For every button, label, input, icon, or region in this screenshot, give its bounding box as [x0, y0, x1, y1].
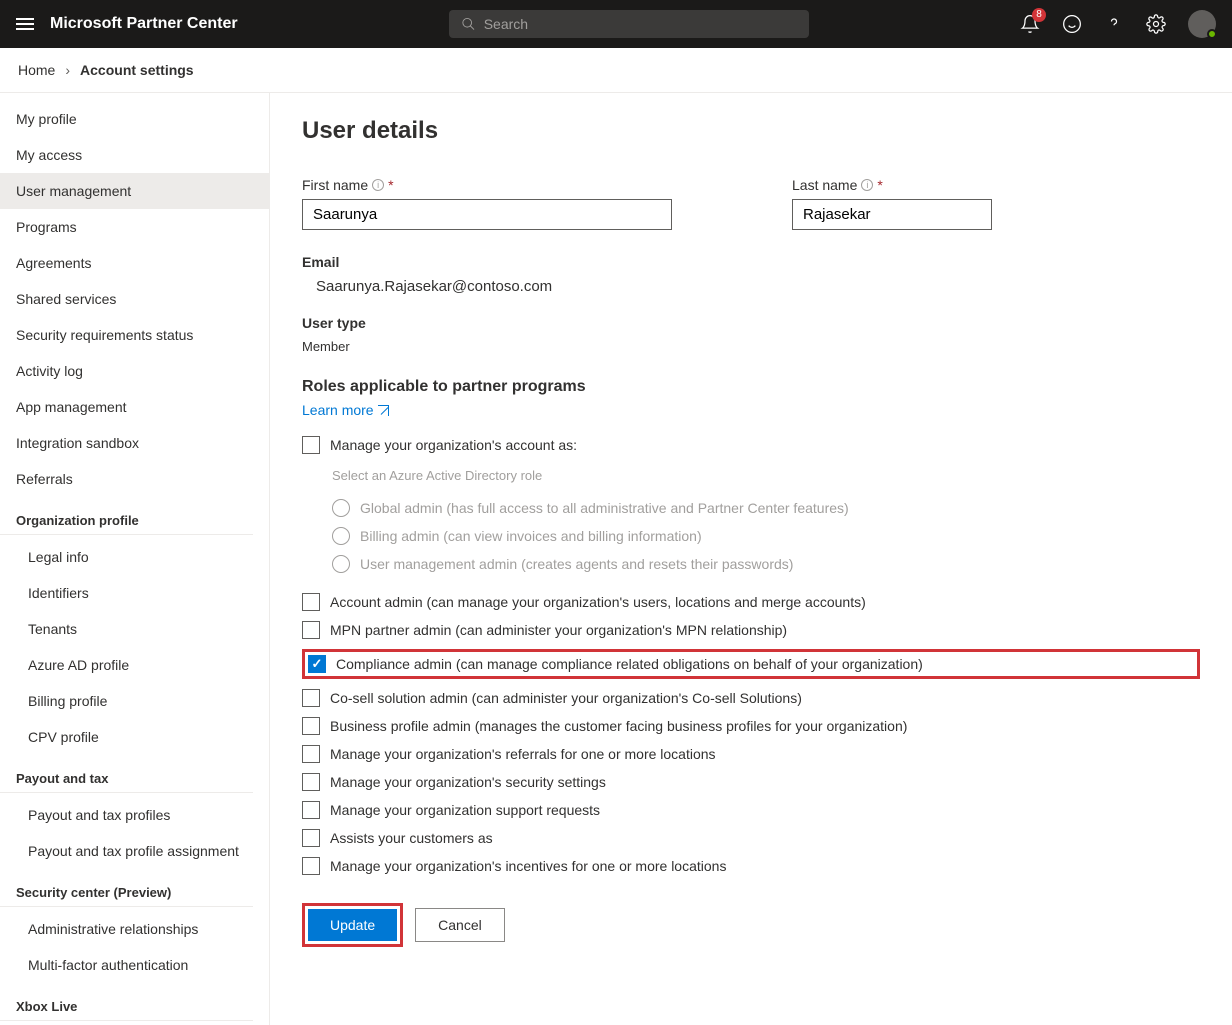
- sidebar: My profileMy accessUser managementProgra…: [0, 93, 270, 1025]
- sidebar-sub-item[interactable]: Payout and tax profile assignment: [0, 833, 269, 869]
- role-label: Manage your organization support request…: [330, 802, 600, 818]
- notifications-icon[interactable]: 8: [1020, 14, 1040, 34]
- sidebar-sub-item[interactable]: Administrative relationships: [0, 911, 269, 947]
- last-name-input[interactable]: [792, 199, 992, 230]
- ad-role-label: Global admin (has full access to all adm…: [360, 500, 849, 516]
- notification-badge: 8: [1032, 8, 1046, 22]
- email-value: Saarunya.Rajasekar@contoso.com: [316, 278, 1200, 295]
- sidebar-sub-item[interactable]: CPV profile: [0, 719, 269, 755]
- sidebar-item[interactable]: Programs: [0, 209, 269, 245]
- ad-role-radio[interactable]: [332, 555, 350, 573]
- breadcrumb-current: Account settings: [80, 62, 194, 78]
- update-button[interactable]: Update: [308, 909, 397, 941]
- info-icon[interactable]: i: [861, 179, 873, 191]
- sidebar-item[interactable]: Agreements: [0, 245, 269, 281]
- ad-role-label: Billing admin (can view invoices and bil…: [360, 528, 702, 544]
- cancel-button[interactable]: Cancel: [415, 908, 505, 942]
- help-icon[interactable]: [1104, 14, 1124, 34]
- role-label: Compliance admin (can manage compliance …: [336, 656, 923, 672]
- sidebar-group-header: Xbox Live: [0, 987, 253, 1021]
- role-label: Manage your organization's referrals for…: [330, 746, 716, 762]
- role-label: Co-sell solution admin (can administer y…: [330, 690, 802, 706]
- sidebar-item[interactable]: Activity log: [0, 353, 269, 389]
- email-label: Email: [302, 254, 1200, 270]
- page-title: User details: [302, 117, 1200, 145]
- sidebar-sub-item[interactable]: Identifiers: [0, 575, 269, 611]
- sidebar-item[interactable]: My access: [0, 137, 269, 173]
- ad-role-hint: Select an Azure Active Directory role: [332, 468, 1200, 483]
- role-checkbox[interactable]: [302, 621, 320, 639]
- first-name-input[interactable]: [302, 199, 672, 230]
- search-input[interactable]: [484, 16, 797, 32]
- manage-org-label: Manage your organization's account as:: [330, 437, 577, 453]
- breadcrumb-home[interactable]: Home: [18, 62, 55, 78]
- user-type-value: Member: [302, 339, 1200, 354]
- ad-role-radio[interactable]: [332, 499, 350, 517]
- roles-section-title: Roles applicable to partner programs: [302, 378, 1200, 396]
- user-type-label: User type: [302, 315, 1200, 331]
- search-box[interactable]: [449, 10, 809, 38]
- sidebar-sub-item[interactable]: Azure AD profile: [0, 647, 269, 683]
- sidebar-group-header: Security center (Preview): [0, 873, 253, 907]
- sidebar-sub-item[interactable]: Multi-factor authentication: [0, 947, 269, 983]
- sidebar-sub-item[interactable]: Legal info: [0, 539, 269, 575]
- sidebar-group-header: Organization profile: [0, 501, 253, 535]
- breadcrumb: Home › Account settings: [0, 48, 1232, 93]
- chevron-right-icon: ›: [65, 62, 70, 78]
- top-header: Microsoft Partner Center 8: [0, 0, 1232, 48]
- role-label: Manage your organization's security sett…: [330, 774, 606, 790]
- sidebar-group-header: Payout and tax: [0, 759, 253, 793]
- search-icon: [461, 16, 476, 32]
- sidebar-sub-item[interactable]: Billing profile: [0, 683, 269, 719]
- sidebar-sub-item[interactable]: Payout and tax profiles: [0, 797, 269, 833]
- sidebar-item[interactable]: App management: [0, 389, 269, 425]
- ad-role-radio[interactable]: [332, 527, 350, 545]
- role-checkbox[interactable]: [302, 829, 320, 847]
- sidebar-item[interactable]: User management: [0, 173, 269, 209]
- presence-dot: [1207, 29, 1217, 39]
- sidebar-item[interactable]: Security requirements status: [0, 317, 269, 353]
- role-label: Manage your organization's incentives fo…: [330, 858, 726, 874]
- ad-role-label: User management admin (creates agents an…: [360, 556, 793, 572]
- role-checkbox[interactable]: [302, 593, 320, 611]
- role-checkbox[interactable]: [302, 689, 320, 707]
- sidebar-item[interactable]: My profile: [0, 101, 269, 137]
- role-label: Business profile admin (manages the cust…: [330, 718, 907, 734]
- last-name-label: Last name i *: [792, 177, 992, 193]
- role-label: Assists your customers as: [330, 830, 493, 846]
- role-checkbox[interactable]: [302, 717, 320, 735]
- sidebar-item[interactable]: Integration sandbox: [0, 425, 269, 461]
- content-area: User details First name i * Last name i …: [270, 93, 1232, 1025]
- info-icon[interactable]: i: [372, 179, 384, 191]
- avatar[interactable]: [1188, 10, 1216, 38]
- first-name-label: First name i *: [302, 177, 672, 193]
- role-checkbox[interactable]: [308, 655, 326, 673]
- app-title: Microsoft Partner Center: [50, 15, 238, 33]
- role-checkbox[interactable]: [302, 857, 320, 875]
- external-link-icon: [378, 405, 389, 416]
- waffle-icon[interactable]: [16, 18, 34, 30]
- role-checkbox[interactable]: [302, 773, 320, 791]
- role-label: MPN partner admin (can administer your o…: [330, 622, 787, 638]
- learn-more-link[interactable]: Learn more: [302, 402, 389, 418]
- role-label: Account admin (can manage your organizat…: [330, 594, 866, 610]
- role-checkbox[interactable]: [302, 801, 320, 819]
- sidebar-sub-item[interactable]: Tenants: [0, 611, 269, 647]
- manage-org-checkbox[interactable]: [302, 436, 320, 454]
- feedback-icon[interactable]: [1062, 14, 1082, 34]
- sidebar-item[interactable]: Referrals: [0, 461, 269, 497]
- sidebar-item[interactable]: Shared services: [0, 281, 269, 317]
- role-checkbox[interactable]: [302, 745, 320, 763]
- settings-icon[interactable]: [1146, 14, 1166, 34]
